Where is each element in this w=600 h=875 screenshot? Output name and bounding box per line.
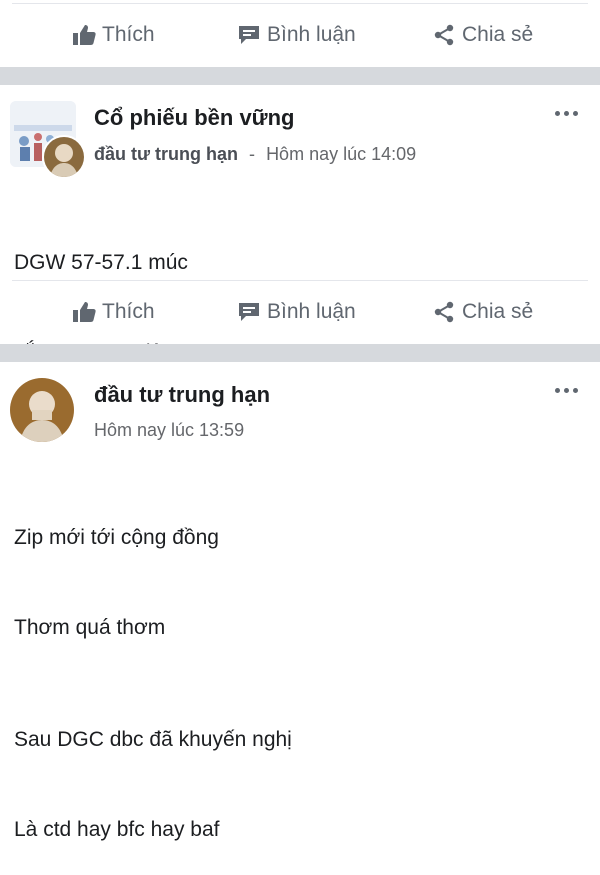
post-text-line: Sau DGC dbc đã khuyến nghị	[14, 728, 292, 751]
author-name[interactable]: đầu tư trung hạn	[94, 382, 270, 408]
comment-label: Bình luận	[267, 23, 356, 46]
comment-icon	[239, 26, 259, 44]
more-options-icon[interactable]	[555, 111, 578, 116]
post-time[interactable]: Hôm nay lúc 14:09	[266, 144, 416, 164]
group-name[interactable]: Cổ phiếu bền vững	[94, 105, 294, 131]
post-text-line: Là ctd hay bfc hay baf	[14, 818, 220, 841]
comment-button[interactable]: Bình luận	[237, 3, 356, 67]
share-label: Chia sẻ	[462, 300, 534, 323]
more-options-icon[interactable]	[555, 388, 578, 393]
author-name[interactable]: đầu tư trung hạn	[94, 144, 238, 164]
post-actions-bar: Thích Bình luận Chia sẻ	[0, 3, 600, 67]
comment-icon	[239, 303, 259, 321]
comment-button[interactable]: Bình luận	[237, 280, 356, 344]
author-avatar[interactable]	[10, 378, 74, 442]
post-actions-bar: Thích Bình luận Chia sẻ	[0, 280, 600, 344]
post-time[interactable]: Hôm nay lúc 13:59	[94, 420, 244, 441]
comment-label: Bình luận	[267, 300, 356, 323]
thumbs-up-icon	[73, 25, 96, 45]
thumbs-up-icon	[73, 302, 96, 322]
post-text-line: Zip mới tới cộng đồng	[14, 526, 219, 549]
post-text-line: DGW 57-57.1 múc	[14, 251, 188, 274]
like-button[interactable]: Thích	[72, 3, 155, 67]
feed-separator	[0, 67, 600, 85]
author-avatar[interactable]	[42, 135, 86, 179]
like-label: Thích	[102, 300, 155, 323]
post-text-line: Thơm quá thơm	[14, 616, 166, 639]
like-button[interactable]: Thích	[72, 280, 155, 344]
share-icon	[434, 24, 454, 46]
share-icon	[434, 301, 454, 323]
like-label: Thích	[102, 23, 155, 46]
share-button[interactable]: Chia sẻ	[432, 280, 533, 344]
feed-separator	[0, 344, 600, 362]
post-2-body: Zip mới tới cộng đồng Thơm quá thơm Sau …	[14, 463, 292, 875]
post-meta: đầu tư trung hạn - Hôm nay lúc 14:09	[94, 144, 416, 165]
share-button[interactable]: Chia sẻ	[432, 3, 533, 67]
share-label: Chia sẻ	[462, 23, 534, 46]
meta-separator: -	[249, 144, 256, 164]
